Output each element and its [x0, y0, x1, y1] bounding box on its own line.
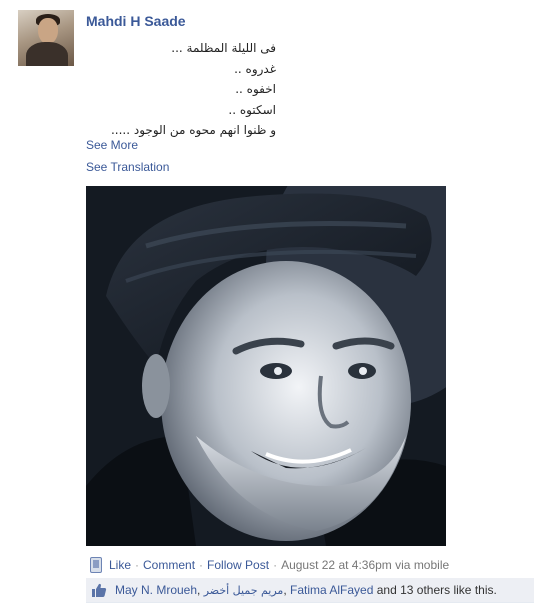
see-translation-link[interactable]: See Translation [86, 160, 169, 174]
liker-name-link[interactable]: Fatima AlFayed [290, 583, 373, 597]
see-more-link[interactable]: See More [86, 138, 138, 152]
post-photo[interactable] [86, 186, 446, 546]
separator-dot: · [199, 558, 204, 572]
follow-post-link[interactable]: Follow Post [207, 558, 269, 572]
like-link[interactable]: Like [109, 558, 131, 572]
post-line: غدروه .. [234, 61, 276, 76]
comma: , [283, 583, 287, 597]
post-text: فى الليلة المظلمة ... غدروه .. اخفوه .. … [86, 38, 276, 141]
author-name-link[interactable]: Mahdi H Saade [86, 13, 186, 29]
timestamp-link[interactable]: August 22 at 4:36pm via mobile [281, 558, 449, 572]
post-line: اسكتوه .. [228, 102, 276, 117]
avatar-face [38, 18, 58, 44]
portrait-illustration [86, 186, 446, 546]
post-actions: Like · Comment · Follow Post · August 22… [90, 556, 449, 574]
likes-suffix-text: and 13 others like this. [376, 583, 497, 597]
avatar-body [26, 42, 68, 66]
liker-name-link[interactable]: مريم جميل أخضر [204, 584, 284, 597]
separator-dot: · [135, 558, 140, 572]
post-line: اخفوه .. [235, 82, 276, 96]
mobile-phone-icon [90, 557, 102, 573]
separator-dot: · [273, 558, 278, 572]
liker-name-link[interactable]: May N. Mroueh [115, 583, 197, 597]
comment-link[interactable]: Comment [143, 558, 195, 572]
thumbs-up-icon [92, 583, 107, 597]
comma: , [197, 583, 201, 597]
post-line: فى الليلة المظلمة ... [171, 41, 276, 55]
author-avatar[interactable] [18, 10, 74, 66]
likes-summary: May N. Mroueh, مريم جميل أخضر, Fatima Al… [86, 578, 534, 603]
